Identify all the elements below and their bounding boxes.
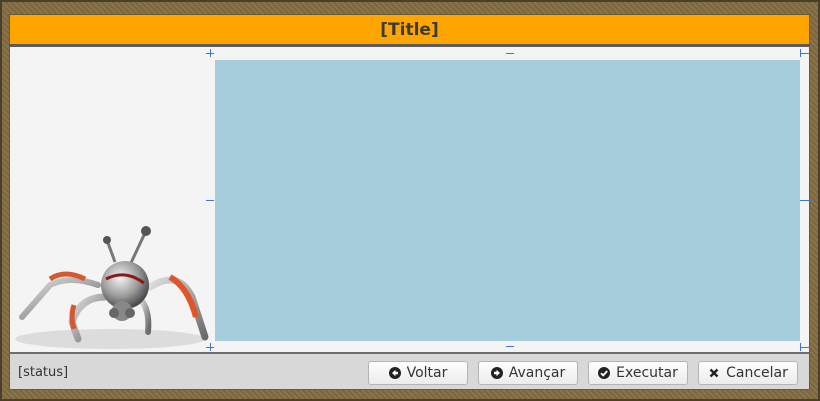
arrow-right-circle-icon	[490, 367, 503, 379]
content-panel	[215, 60, 800, 341]
close-icon	[708, 367, 720, 379]
selection-handle	[800, 343, 801, 351]
wizard-window: [Title] [status] Voltar Avançar Executar…	[9, 14, 811, 390]
back-button[interactable]: Voltar	[368, 361, 468, 385]
next-button[interactable]: Avançar	[478, 361, 578, 385]
selection-handle	[800, 347, 811, 348]
selection-handle	[210, 343, 211, 351]
window-title: [Title]	[380, 19, 439, 40]
title-bar: [Title]	[10, 15, 809, 47]
button-bar: [status] Voltar Avançar Executar Cancela…	[10, 352, 809, 389]
back-button-label: Voltar	[406, 365, 448, 381]
next-button-label: Avançar	[508, 365, 566, 381]
selection-handle	[800, 200, 811, 201]
execute-button[interactable]: Executar	[588, 361, 688, 385]
selection-handle	[800, 49, 801, 57]
cancel-button[interactable]: Cancelar	[698, 361, 798, 385]
arrow-left-circle-icon	[388, 367, 401, 379]
selection-handle	[506, 346, 514, 347]
selection-handle	[506, 53, 514, 54]
cancel-button-label: Cancelar	[726, 365, 788, 381]
selection-handle	[206, 200, 214, 201]
status-label: [status]	[18, 365, 69, 380]
check-circle-icon	[598, 367, 611, 379]
selection-handle	[800, 53, 811, 54]
selection-handle	[210, 49, 211, 57]
robot-spider-illustration	[15, 226, 209, 349]
execute-button-label: Executar	[616, 365, 678, 381]
side-image-panel	[10, 47, 210, 351]
